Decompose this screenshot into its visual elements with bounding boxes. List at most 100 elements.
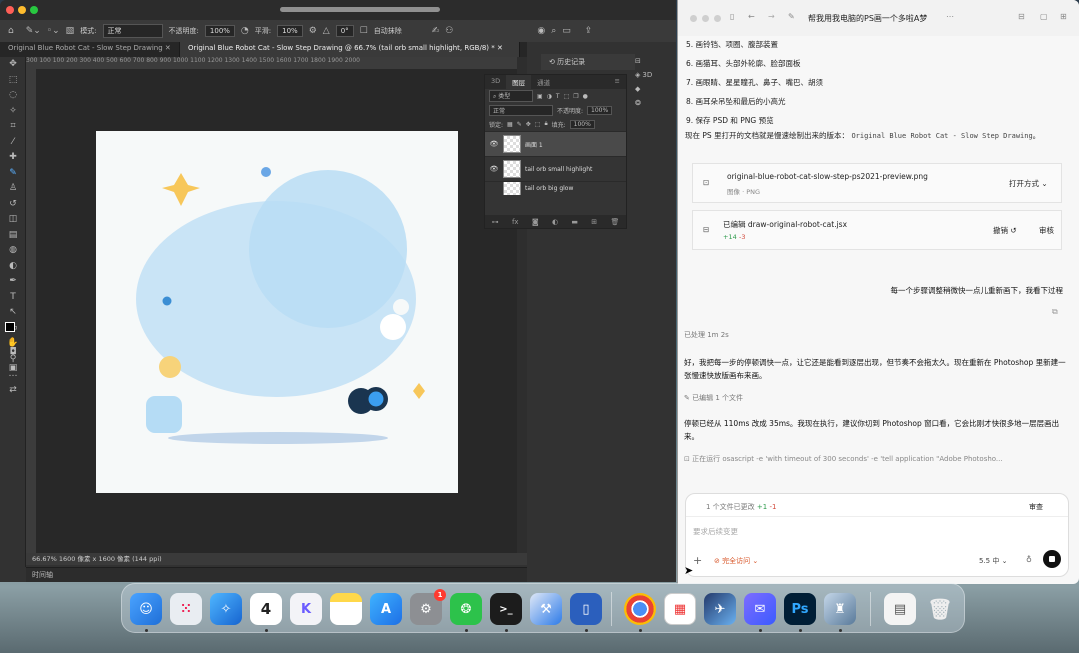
fx-icon[interactable]: fx (512, 218, 519, 226)
group-folder-icon[interactable]: ▬ (571, 218, 578, 226)
close-window-button[interactable] (6, 6, 14, 14)
lock-all-icon[interactable]: 🔒︎ (544, 120, 547, 128)
undo-button[interactable]: 撤销 ↺ (993, 225, 1017, 236)
layer-opacity-field[interactable]: 100% (587, 105, 613, 115)
open-with-button[interactable]: 打开方式 ⌄ (1009, 178, 1048, 189)
layers-icon[interactable]: ◆ (627, 82, 657, 96)
dock-finder[interactable]: ☺ (130, 593, 162, 625)
copy-icon[interactable]: ⧉ (1052, 307, 1058, 317)
healing-tool-icon[interactable]: ✚ (0, 150, 26, 166)
layer-kind-select[interactable]: ⌕ 类型 (489, 90, 533, 102)
brush-panel-icon[interactable]: ▧ (66, 26, 75, 36)
edited-files-toggle[interactable]: ✎ 已编辑 1 个文件 (684, 393, 743, 403)
sidebar-toggle-icon[interactable]: ▯ (730, 12, 734, 21)
brush-tool-icon[interactable]: ✎ (0, 166, 26, 182)
running-command[interactable]: ⊡ 正在运行 osascript -e 'with timeout of 300… (684, 454, 1064, 464)
fill-field[interactable]: 100% (569, 119, 595, 129)
back-arrow-icon[interactable]: ← (748, 12, 755, 21)
timeline-panel[interactable]: 时间轴 (26, 567, 527, 582)
panel-toggle-icon[interactable]: ⊟ (1018, 12, 1025, 21)
new-layer-icon[interactable]: ⊞ (591, 218, 597, 226)
opacity-field[interactable]: 100% (204, 25, 235, 37)
home-icon[interactable]: ⌂ (8, 26, 14, 36)
mask-icon[interactable]: ◙ (532, 218, 539, 226)
properties-icon[interactable]: ⊟ (627, 54, 657, 68)
layer-row[interactable]: tail orb big glow (485, 181, 626, 195)
user-icon[interactable]: ◉ (537, 26, 545, 36)
model-select[interactable]: 5.5 中 ⌄ (979, 556, 1007, 566)
microphone-icon[interactable]: ♁ (1026, 555, 1032, 564)
dock-trash[interactable]: 🗑︎ (924, 593, 956, 625)
dock-photoshop[interactable]: Ps (784, 593, 816, 625)
canvas-area[interactable] (36, 69, 517, 553)
access-mode-select[interactable]: ⊘ 完全访问 ⌄ (714, 556, 758, 566)
angle-field[interactable]: 0° (335, 25, 354, 37)
3d-panel-icon[interactable]: ◈ 3D (627, 68, 657, 82)
dock-simulator[interactable]: ▯ (570, 593, 602, 625)
pressure-size-icon[interactable]: ✍ (432, 26, 440, 36)
file-card-preview[interactable]: ⊡ original-blue-robot-cat-slow-step-ps20… (692, 163, 1062, 203)
file-card-edited[interactable]: ⊟ 已编辑 draw-original-robot-cat.jsx +14 -3… (692, 210, 1062, 250)
zoom-window-button[interactable] (30, 6, 38, 14)
zoom-window-button[interactable] (714, 15, 721, 22)
split-view-icon[interactable]: ⊞ (1060, 12, 1067, 21)
dock-messenger[interactable]: ✉ (744, 593, 776, 625)
review-edit-button[interactable]: 审核 (1039, 225, 1054, 236)
channels-icon[interactable]: ❂ (627, 96, 657, 110)
dock-wechat[interactable]: ❂ (450, 593, 482, 625)
brush-size-icon[interactable]: ◦⌄ (47, 26, 60, 36)
lock-move-icon[interactable]: ✥ (526, 121, 531, 128)
dock-automator[interactable]: ♜ (824, 593, 856, 625)
filter-shape-icon[interactable]: ⬚ (564, 93, 570, 100)
forward-arrow-icon[interactable]: → (768, 12, 775, 21)
dock-safari[interactable]: ✧ (210, 593, 242, 625)
layer-row[interactable]: 👁︎ 画面 1 (485, 131, 626, 156)
quick-select-tool-icon[interactable]: ✧ (0, 104, 26, 120)
filter-smart-icon[interactable]: ❐ (573, 93, 578, 100)
gradient-tool-icon[interactable]: ▤ (0, 228, 26, 244)
move-tool-icon[interactable]: ✥ (0, 57, 26, 73)
eraser-tool-icon[interactable]: ◫ (0, 212, 26, 228)
type-tool-icon[interactable]: T (0, 290, 26, 306)
changed-files-summary[interactable]: 1 个文件已更改 +1 -1 (706, 502, 776, 512)
lock-transparency-icon[interactable]: ▦ (507, 121, 513, 128)
dock-calendar-grid[interactable]: ▦ (664, 593, 696, 625)
tab-slow-step-drawing[interactable]: Original Blue Robot Cat - Slow Step Draw… (0, 42, 180, 57)
panel-menu-icon[interactable]: ≡ (609, 75, 626, 89)
dock-preview[interactable]: ▤ (884, 593, 916, 625)
smoothing-gear-icon[interactable]: ⚙ (309, 26, 317, 36)
search-icon[interactable]: ⌕ (551, 26, 556, 36)
review-changes-button[interactable]: 审查 (1029, 502, 1043, 512)
close-window-button[interactable] (690, 15, 697, 22)
minimize-window-button[interactable] (702, 15, 709, 22)
filter-type-icon[interactable]: T (556, 93, 560, 100)
lasso-tool-icon[interactable]: ◌ (0, 88, 26, 104)
filter-toggle-icon[interactable]: ● (583, 93, 588, 100)
stop-button[interactable] (1043, 550, 1061, 568)
pressure-opacity-icon[interactable]: ◔ (241, 26, 249, 36)
dock-kimi[interactable]: K (290, 593, 322, 625)
symmetry-icon[interactable]: ⚇ (445, 26, 453, 36)
dock-notes[interactable] (330, 593, 362, 625)
screen-mode-icon[interactable]: ▣ (0, 361, 26, 377)
delete-layer-icon[interactable]: 🗑︎ (610, 218, 619, 226)
brush-preset-icon[interactable]: ✎⌄ (26, 26, 41, 36)
tab-3d[interactable]: 3D (485, 75, 506, 89)
minimize-window-button[interactable] (18, 6, 26, 14)
quick-mask-icon[interactable]: ◘ (0, 345, 26, 361)
dock-launchpad[interactable]: ⁙ (170, 593, 202, 625)
lock-artboard-icon[interactable]: ⬚ (535, 121, 541, 128)
dock-calendar[interactable]: 4 (250, 593, 282, 625)
auto-erase-checkbox[interactable]: ☐ (360, 26, 368, 36)
layer-row[interactable]: 👁︎ tail orb small highlight (485, 156, 626, 181)
close-tab-icon[interactable]: ✕ (165, 44, 171, 52)
swap-colors-icon[interactable]: ⇄ (0, 383, 26, 399)
more-options-icon[interactable]: ⋯ (946, 12, 954, 21)
marquee-tool-icon[interactable]: ⬚ (0, 73, 26, 89)
blur-tool-icon[interactable]: ◍ (0, 243, 26, 259)
smoothing-field[interactable]: 10% (277, 25, 303, 37)
tab-channels[interactable]: 通道 (531, 75, 556, 89)
filter-adjust-icon[interactable]: ◑ (547, 93, 552, 100)
adjustment-layer-icon[interactable]: ◐ (552, 218, 558, 226)
filter-pixel-icon[interactable]: ▣ (537, 93, 543, 100)
